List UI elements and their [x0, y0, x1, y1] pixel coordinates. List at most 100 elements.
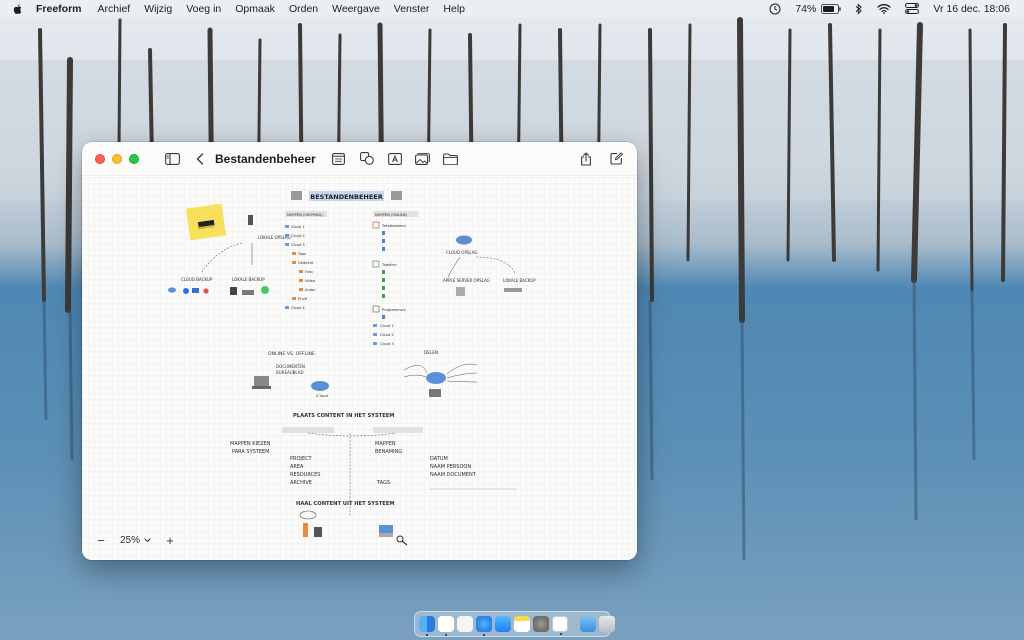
- left-item: PROJECT: [290, 456, 313, 462]
- close-button[interactable]: [95, 153, 105, 164]
- right-item: NAAM DOCUMENT: [430, 472, 477, 478]
- sharing-label: DELEN: [424, 350, 438, 355]
- board-header[interactable]: BESTANDENBEHEER: [291, 191, 402, 201]
- notes-icon[interactable]: [514, 616, 530, 632]
- folder-item: Ander: [305, 288, 316, 292]
- share-tools: [575, 148, 627, 170]
- left-item: ARCHIVE: [290, 480, 312, 486]
- chevron-left-icon: [196, 152, 204, 165]
- app-item: Cloud 2: [380, 333, 394, 337]
- folder-item: Cloud 1: [291, 225, 305, 229]
- mail-icon[interactable]: [495, 616, 511, 632]
- wifi-icon[interactable]: [877, 3, 891, 14]
- zoom-level-popup[interactable]: 25%: [114, 535, 157, 546]
- folder-item: Video: [305, 279, 315, 283]
- bluetooth-icon[interactable]: [855, 2, 863, 15]
- zoom-out-button[interactable]: −: [94, 533, 108, 548]
- get-content-section[interactable]: HAAL CONTENT UIT HET SYSTEEM: [296, 501, 408, 546]
- window-toolbar: Bestandenbeheer: [82, 142, 637, 176]
- finder-icon[interactable]: [419, 616, 435, 636]
- menu-help[interactable]: Help: [443, 3, 465, 15]
- sidebar-icon: [164, 152, 180, 165]
- menu-opmaak[interactable]: Opmaak: [235, 3, 275, 15]
- chevron-down-icon: [144, 537, 151, 542]
- trash-icon[interactable]: [599, 616, 615, 632]
- zoom-button[interactable]: [129, 153, 139, 164]
- apple-menu-icon[interactable]: [12, 3, 24, 15]
- minimize-button[interactable]: [112, 153, 122, 164]
- folders-list[interactable]: MAPPEN (SHIPPING) Cloud 1 Cloud 2 Cloud …: [285, 211, 327, 310]
- note-icon: [332, 152, 346, 165]
- local-backup-2-label: LOKALE BACKUP: [503, 278, 536, 283]
- app-item: Cloud 3: [380, 342, 394, 346]
- downloads-stack-icon[interactable]: [580, 616, 596, 632]
- right-item: BENAMING: [375, 449, 402, 455]
- menu-venster[interactable]: Venster: [394, 3, 430, 15]
- app-item: Tekstbestand: [381, 224, 406, 228]
- status-area: 74% Vr 16 dec. 18:06: [769, 3, 1010, 15]
- clock-icon[interactable]: [769, 3, 781, 15]
- menu-archief[interactable]: Archief: [98, 3, 131, 15]
- menu-weergave[interactable]: Weergave: [332, 3, 380, 15]
- back-button[interactable]: [189, 148, 211, 170]
- reminders-icon[interactable]: [457, 616, 473, 632]
- folders-heading: MAPPEN (SHIPPING): [287, 213, 323, 217]
- folder-item: Cloud 3: [291, 243, 305, 247]
- folder-item: Privé: [298, 297, 308, 301]
- system-settings-icon[interactable]: [533, 616, 549, 632]
- attach-file-button[interactable]: [440, 148, 462, 170]
- board-title[interactable]: Bestandenbeheer: [215, 152, 316, 166]
- left-item: PARA SYSTEEM: [232, 449, 270, 455]
- folder-item: Cloud 2: [291, 234, 305, 238]
- menu-wijzig[interactable]: Wijzig: [144, 3, 172, 15]
- media-button[interactable]: [412, 148, 434, 170]
- apple-server-label: APPLE SERVER OPSLAG: [443, 278, 490, 283]
- new-board-button[interactable]: [605, 148, 627, 170]
- local-backup-label: LOKALE BACKUP: [232, 277, 265, 282]
- left-item: RESOURCES: [290, 472, 320, 478]
- photo-icon: [415, 152, 431, 165]
- desktop-label: BUREAUBLAD: [276, 370, 304, 375]
- left-item: MAPPEN KIEZEN: [230, 441, 271, 447]
- online-offline-diagram[interactable]: ONLINE VS. OFFLINE DOCUMENTEN BUREAUBLAD…: [252, 351, 329, 398]
- cloud-storage-label: CLOUD OPSLAG: [446, 250, 478, 255]
- share-button[interactable]: [575, 148, 597, 170]
- shapes-button[interactable]: [356, 148, 378, 170]
- app-item: Tabellen: [381, 263, 397, 267]
- icloud-label: iCloud: [316, 393, 328, 398]
- dock: [414, 611, 615, 637]
- folder-icon: [443, 152, 459, 165]
- cloud-storage-diagram[interactable]: CLOUD OPSLAG APPLE SERVER OPSLAG LOKALE …: [443, 235, 536, 296]
- right-item: NAAM PERSOON: [430, 464, 471, 470]
- sharing-diagram[interactable]: DELEN: [403, 350, 478, 397]
- app-item: Programma's: [382, 308, 406, 312]
- battery-status[interactable]: 74%: [795, 3, 841, 15]
- menu-app-name[interactable]: Freeform: [36, 3, 82, 15]
- sticky-note-button[interactable]: [328, 148, 350, 170]
- text-box-button[interactable]: [384, 148, 406, 170]
- folder-item: Taps: [297, 252, 306, 256]
- cloud-backup-label: CLOUD BACKUP: [181, 277, 213, 282]
- menu-orden[interactable]: Orden: [289, 3, 318, 15]
- battery-icon: [821, 3, 841, 14]
- board-heading: BESTANDENBEHEER: [310, 193, 382, 201]
- menu-voeg-in[interactable]: Voeg in: [186, 3, 221, 15]
- apps-list[interactable]: MAPPEN (ONLINE) Tekstbestand Tabellen Pr…: [372, 211, 418, 346]
- section3-title: HAAL CONTENT UIT HET SYSTEEM: [296, 501, 395, 507]
- local-storage-diagram[interactable]: LOKALE OPSLAG CLOUD BACKUP LOKALE BACKUP: [168, 215, 291, 295]
- safari-icon[interactable]: [476, 616, 492, 636]
- right-item: MAPPEN: [375, 441, 396, 447]
- zoom-in-button[interactable]: +: [163, 533, 177, 548]
- sidebar-toggle-button[interactable]: [161, 148, 183, 170]
- zoom-control: − 25% +: [94, 530, 177, 550]
- board-canvas[interactable]: BESTANDENBEHEER Bewerken LOKALE OPSLAG C…: [82, 177, 637, 560]
- text-box-icon: [387, 152, 402, 165]
- app-item: Cloud 1: [380, 324, 394, 328]
- menubar-clock[interactable]: Vr 16 dec. 18:06: [933, 3, 1010, 15]
- control-center-icon[interactable]: [905, 3, 920, 14]
- sticky-note[interactable]: Bewerken: [185, 203, 227, 241]
- freeform-app-icon[interactable]: [552, 616, 568, 635]
- folder-item: Cloud 4: [291, 306, 305, 310]
- window-controls: [95, 153, 139, 164]
- calendar-icon[interactable]: [438, 616, 454, 636]
